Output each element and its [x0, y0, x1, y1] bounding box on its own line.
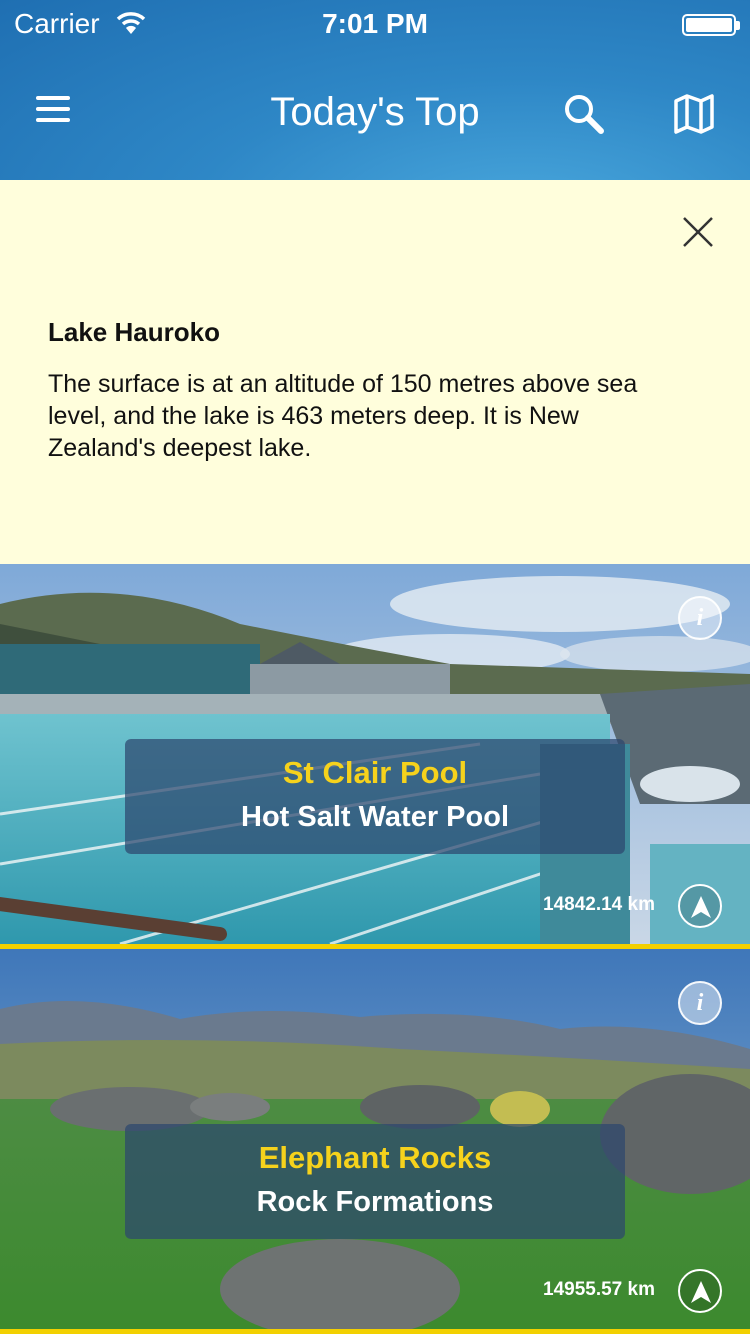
navigation-bar: Today's Top — [0, 52, 750, 180]
info-heading: Lake Hauroko — [48, 317, 220, 347]
info-icon[interactable]: i — [678, 596, 722, 640]
page-title: Today's Top — [270, 90, 480, 134]
status-time: 7:01 PM — [322, 8, 428, 39]
status-bar: Carrier 7:01 PM — [0, 0, 750, 52]
top-bar: Carrier 7:01 PM Today's Top — [0, 0, 750, 180]
place-name: Elephant Rocks — [258, 1140, 492, 1175]
info-icon[interactable]: i — [678, 981, 722, 1025]
info-panel: Lake Hauroko The surface is at an altitu… — [0, 180, 750, 564]
place-card-elephant-rocks[interactable]: i Elephant Rocks Rock Formations 14955.5… — [0, 949, 750, 1329]
place-distance: 14842.14 km — [543, 894, 655, 915]
place-label: Elephant Rocks Rock Formations — [125, 1124, 625, 1239]
card-separator — [0, 1329, 750, 1334]
place-subtitle: Rock Formations — [256, 1186, 494, 1218]
close-icon[interactable] — [680, 214, 716, 250]
navigation-arrow-icon[interactable] — [678, 884, 722, 928]
place-subtitle: Hot Salt Water Pool — [241, 801, 509, 833]
place-distance: 14955.57 km — [543, 1279, 655, 1300]
info-body: The surface is at an altitude of 150 met… — [48, 370, 638, 462]
navigation-arrow-icon[interactable] — [678, 1269, 722, 1313]
search-icon[interactable] — [560, 90, 608, 138]
place-name: St Clair Pool — [282, 755, 468, 790]
battery-icon — [682, 14, 740, 36]
map-icon[interactable] — [672, 92, 716, 136]
place-card-st-clair-pool[interactable]: i St Clair Pool Hot Salt Water Pool 1484… — [0, 564, 750, 944]
place-label: St Clair Pool Hot Salt Water Pool — [125, 739, 625, 854]
